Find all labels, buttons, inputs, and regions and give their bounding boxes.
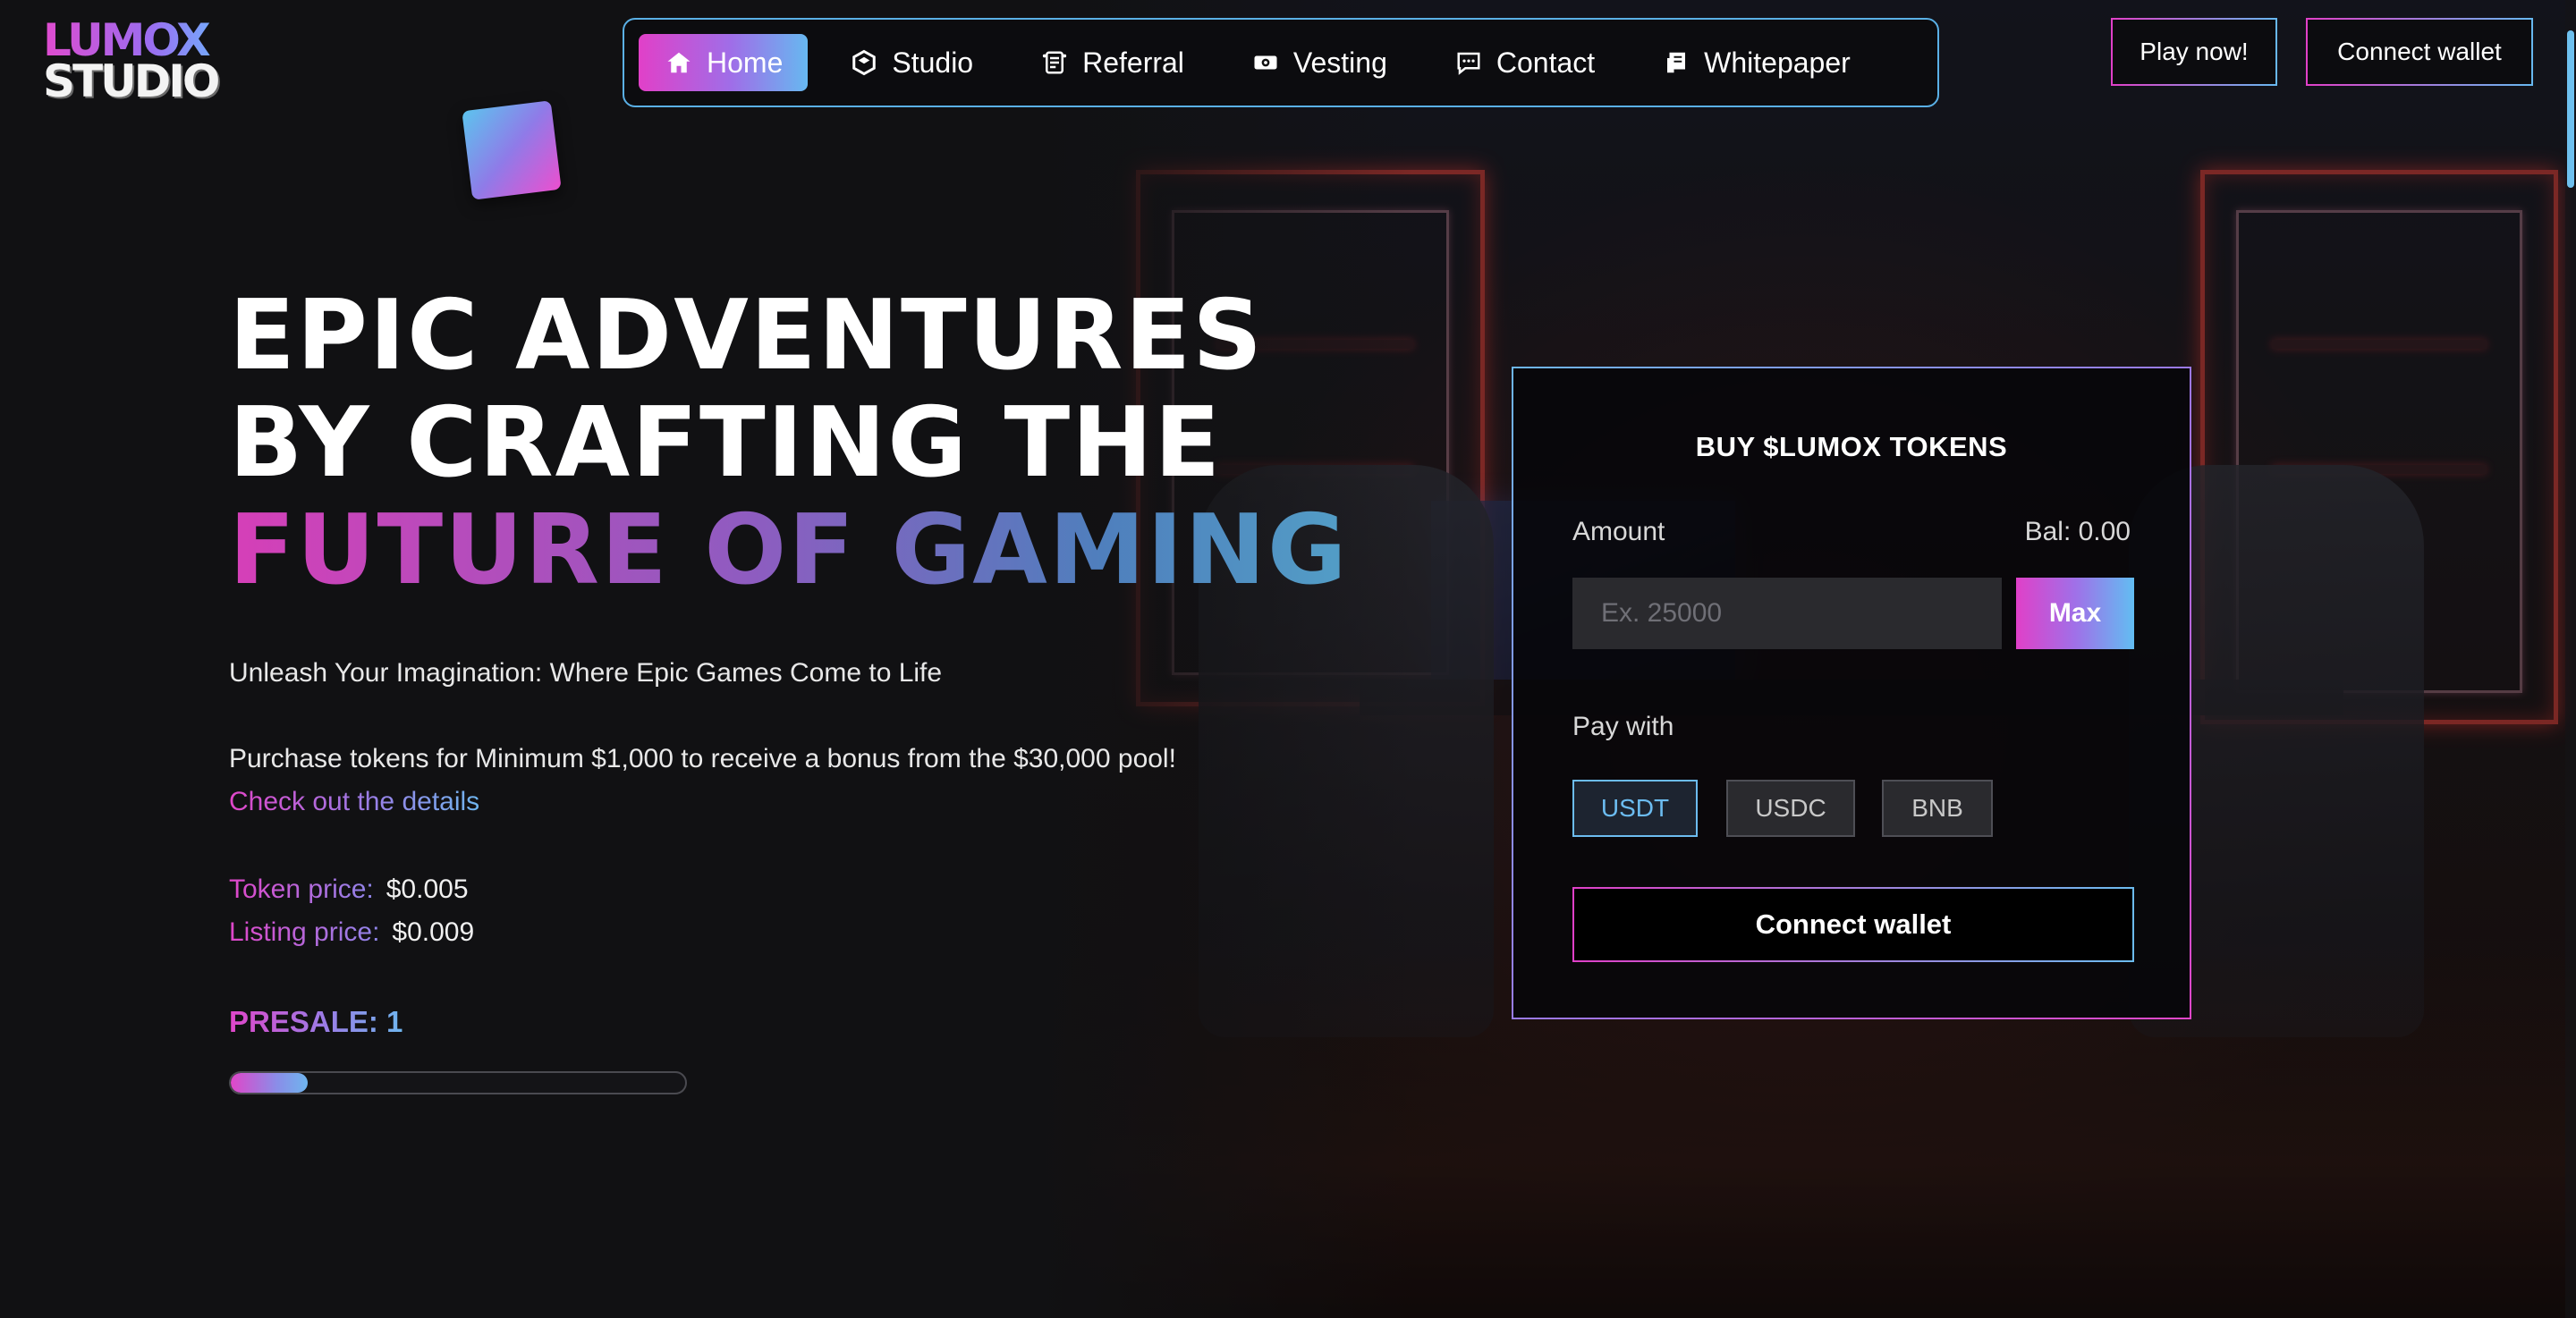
nav-item-label: Whitepaper: [1704, 46, 1851, 79]
listing-price-row: Listing price: $0.009: [229, 917, 474, 948]
nav-item-home[interactable]: Home: [639, 34, 809, 91]
document-icon: [1661, 47, 1691, 78]
nav-item-contact[interactable]: Contact: [1428, 34, 1620, 91]
nav-item-label: Vesting: [1292, 46, 1387, 79]
vesting-icon: [1250, 47, 1281, 78]
buy-panel-title: BUY $LUMOX TOKENS: [1695, 431, 2008, 462]
listing-price-label: Listing price:: [229, 917, 380, 947]
max-button[interactable]: Max: [2016, 578, 2134, 649]
referral-icon: [1039, 47, 1070, 78]
check-details-link[interactable]: Check out the details: [229, 787, 479, 817]
nav-item-label: Home: [707, 46, 784, 79]
token-price-value: $0.005: [386, 874, 469, 904]
balance-text: Bal: 0.00: [2024, 517, 2131, 546]
nav-item-label: Studio: [892, 46, 974, 79]
amount-input[interactable]: [1572, 578, 2002, 649]
presale-progress-bar: [229, 1071, 687, 1094]
amount-label: Amount: [1572, 517, 1665, 546]
pay-with-label: Pay with: [1572, 712, 1674, 741]
chat-icon: [1453, 47, 1484, 78]
bonus-purchase-text: Purchase tokens for Minimum $1,000 to re…: [229, 744, 1176, 773]
hero-title: EPIC ADVENTURES BY CRAFTING THE FUTURE O…: [229, 283, 1392, 604]
gradient-cube-decoration: [462, 100, 562, 200]
nav-item-studio[interactable]: Studio: [824, 34, 998, 91]
cube-icon: [849, 47, 879, 78]
hero-title-line-2: BY CRAFTING THE: [229, 387, 1223, 499]
buy-tokens-panel: BUY $LUMOX TOKENS Amount Bal: 0.00 Max P…: [1512, 367, 2191, 1019]
hero-title-line-3: FUTURE OF GAMING: [229, 497, 1392, 604]
scrollbar-thumb[interactable]: [2567, 30, 2574, 188]
listing-price-value: $0.009: [392, 917, 475, 947]
currency-option-usdc[interactable]: USDC: [1726, 780, 1855, 837]
home-icon: [664, 47, 694, 78]
nav-item-label: Referral: [1082, 46, 1184, 79]
nav-item-label: Contact: [1496, 46, 1596, 79]
currency-option-bnb[interactable]: BNB: [1882, 780, 1993, 837]
header-connect-wallet-button[interactable]: Connect wallet: [2306, 18, 2533, 86]
lumox-studio-logo[interactable]: LUMOX STUDIO: [43, 18, 222, 113]
nav-item-whitepaper[interactable]: Whitepaper: [1636, 34, 1876, 91]
page-scrollbar[interactable]: [2565, 0, 2576, 1318]
presale-progress-fill: [231, 1073, 309, 1093]
main-nav: Home Studio Referral Vesting Contact Whi…: [623, 18, 1939, 107]
panel-connect-wallet-button[interactable]: Connect wallet: [1572, 887, 2134, 962]
token-price-row: Token price: $0.005: [229, 874, 469, 905]
play-now-button[interactable]: Play now!: [2111, 18, 2277, 86]
nav-item-vesting[interactable]: Vesting: [1225, 34, 1412, 91]
currency-option-usdt[interactable]: USDT: [1572, 780, 1698, 837]
hero-tagline: Unleash Your Imagination: Where Epic Gam…: [229, 658, 943, 688]
nav-item-referral[interactable]: Referral: [1014, 34, 1209, 91]
hero-title-line-1: EPIC ADVENTURES: [229, 280, 1265, 392]
token-price-label: Token price:: [229, 874, 374, 904]
page: LUMOX STUDIO Home Studio Referral Vestin…: [0, 0, 2576, 1318]
logo-text-bottom: STUDIO: [43, 55, 220, 107]
presale-stage-label: PRESALE: 1: [229, 1005, 403, 1038]
